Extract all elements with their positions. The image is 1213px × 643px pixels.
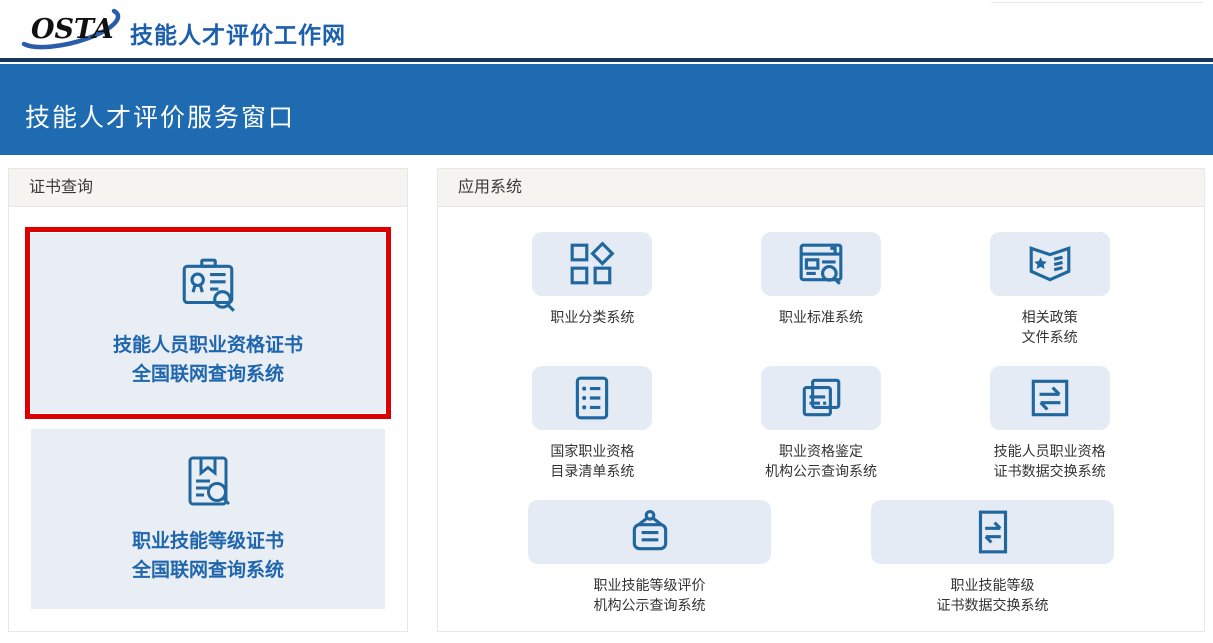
apps-grid-wide-row: 职业技能等级评价 机构公示查询系统 职业技能等级 证书数据交换系统 (478, 500, 1164, 615)
application-systems-header: 应用系统 (438, 169, 1204, 207)
browser-search-icon (799, 243, 843, 285)
data-exchange-icon (1031, 379, 1068, 417)
top-header: OSTA 技能人才评价工作网 (0, 0, 1213, 58)
app-label-line1: 职业资格鉴定 (778, 443, 863, 459)
certificate-cards: 技能人员职业资格证书 全国联网查询系统 职业技能等级证书 全国联网查询系统 (9, 207, 407, 609)
app-skill-level-evaluation-institution-query-system[interactable]: 职业技能等级评价 机构公示查询系统 (478, 500, 821, 615)
app-skill-level-certificate-data-exchange-system[interactable]: 职业技能等级 证书数据交换系统 (821, 500, 1164, 615)
site-title: 技能人才评价工作网 (130, 22, 346, 48)
certificate-query-panel: 证书查询 技能人员职业资格证书 全国联网查询系统 职业技能等级证书 全国联网查询… (8, 168, 408, 632)
list-icon (576, 376, 609, 420)
app-label-line1: 国家职业资格 (550, 443, 635, 459)
app-occupation-standard-system[interactable]: 职业标准系统 (707, 232, 936, 347)
card-title-line2: 全国联网查询系统 (131, 364, 284, 385)
certificate-query-header: 证书查询 (9, 169, 407, 207)
app-label-line1: 职业标准系统 (778, 309, 863, 325)
apps-grid: 职业分类系统 职业标准系统 相关政策 文件系统 国家职业资格 目录清单系统 职业… (478, 232, 1164, 481)
app-label-line2: 证书数据交换系统 (936, 597, 1049, 613)
app-label-line2: 目录清单系统 (550, 463, 635, 479)
app-label-line2: 文件系统 (1021, 329, 1078, 345)
card-skill-level-certificate-query[interactable]: 职业技能等级证书 全国联网查询系统 (31, 429, 385, 609)
banner-top-line (0, 58, 1213, 62)
app-related-policy-documents-system[interactable]: 相关政策 文件系统 (935, 232, 1164, 347)
card-title-line1: 职业技能等级证书 (131, 531, 284, 552)
app-label-line1: 技能人员职业资格 (993, 443, 1106, 459)
stacked-pages-icon (802, 378, 841, 417)
apps-area: 职业分类系统 职业标准系统 相关政策 文件系统 国家职业资格 目录清单系统 职业… (438, 207, 1204, 615)
app-qualification-appraisal-institution-query-system[interactable]: 职业资格鉴定 机构公示查询系统 (707, 366, 936, 481)
banner-title: 技能人才评价服务窗口 (25, 104, 296, 132)
app-label-line2: 证书数据交换系统 (993, 463, 1106, 479)
id-badge-search-icon (182, 258, 235, 312)
top-right-divider (991, 2, 1203, 3)
svg-text:OSTA: OSTA (31, 14, 114, 45)
card-skill-personnel-qualification-query[interactable]: 技能人员职业资格证书 全国联网查询系统 (25, 227, 391, 419)
application-systems-panel: 应用系统 职业分类系统 职业标准系统 相关政策 文件系统 国家职业资格 目录清单… (437, 168, 1205, 632)
app-label-line1: 职业技能等级评价 (593, 577, 706, 593)
card-title-line1: 技能人员职业资格证书 (112, 335, 303, 356)
certificate-search-icon (188, 456, 231, 506)
osta-logo[interactable]: OSTA (14, 4, 122, 54)
app-label-line1: 职业技能等级 (950, 577, 1035, 593)
service-banner: 技能人才评价服务窗口 (0, 64, 1213, 155)
placard-icon (632, 509, 667, 551)
book-star-icon (1029, 246, 1071, 282)
app-label-line2: 机构公示查询系统 (764, 463, 877, 479)
card-title-line2: 全国联网查询系统 (131, 560, 284, 581)
grid-icon (570, 241, 615, 285)
app-label-line1: 职业分类系统 (550, 309, 635, 325)
data-exchange-tall-icon (978, 510, 1007, 554)
main-content: 证书查询 技能人员职业资格证书 全国联网查询系统 职业技能等级证书 全国联网查询… (8, 168, 1205, 632)
app-occupation-classification-system[interactable]: 职业分类系统 (478, 232, 707, 347)
app-skill-personnel-certificate-data-exchange-system[interactable]: 技能人员职业资格 证书数据交换系统 (935, 366, 1164, 481)
app-label-line1: 相关政策 (1021, 309, 1078, 325)
app-national-qualification-catalog-system[interactable]: 国家职业资格 目录清单系统 (478, 366, 707, 481)
app-label-line2: 机构公示查询系统 (593, 597, 706, 613)
